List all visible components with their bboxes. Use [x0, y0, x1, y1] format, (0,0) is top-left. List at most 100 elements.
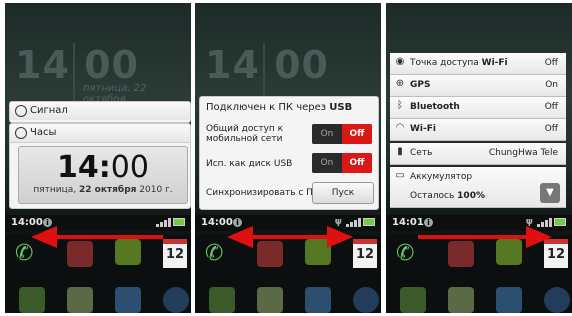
signal-icon: ▮	[397, 146, 403, 157]
clock-label: Часы	[30, 127, 57, 138]
browser-icon[interactable]	[496, 287, 522, 313]
battery-icon	[554, 217, 566, 226]
maps-icon[interactable]	[448, 287, 474, 313]
clock-date-suffix: 2010 г.	[136, 185, 173, 195]
clock-date-day: 22 октября	[78, 185, 137, 195]
wifi-icon: ◠	[395, 122, 405, 133]
clock-colon: :	[98, 150, 111, 185]
globe-icon[interactable]	[353, 287, 379, 313]
swipe-left-arrow-icon	[227, 226, 253, 248]
calendar-icon[interactable]: 12	[163, 239, 187, 268]
status-icons	[155, 217, 185, 227]
signal-icon	[155, 217, 171, 227]
alarm-card[interactable]: Сигнал	[9, 101, 191, 123]
usb-disk-label: Исп. как диск USB	[206, 159, 293, 169]
battery-label: Аккумулятор	[410, 172, 473, 182]
contacts-icon[interactable]	[67, 241, 93, 267]
row-value: Off	[544, 102, 558, 112]
clock-icon	[15, 127, 27, 139]
row-label: Bluetooth	[410, 102, 460, 112]
swipe-right-arrow-icon	[327, 226, 353, 248]
row-label-bold: Bluetooth	[410, 102, 460, 112]
usb-title-text: Подключен к ПК через	[206, 102, 330, 113]
usb-connection-card: Подключен к ПК через USB Общий доступ к …	[199, 96, 379, 210]
browser-icon[interactable]	[115, 287, 141, 313]
globe-icon[interactable]	[163, 287, 189, 313]
tethering-label: Общий доступ к мобильной сети	[206, 124, 284, 144]
swipe-arrow-shaft	[418, 235, 528, 239]
gps-icon: ⊕	[395, 78, 405, 89]
row-value: On	[545, 80, 558, 90]
info-icon: i	[424, 218, 433, 227]
home-clock-time: 14 00	[205, 43, 329, 87]
market-icon[interactable]	[19, 287, 45, 313]
wifi-row[interactable]: ◠ Wi-Fi Off	[390, 119, 566, 141]
battery-row[interactable]: ▭ Аккумулятор Осталось 100% ▼	[390, 167, 566, 208]
row-label-bold: GPS	[410, 80, 431, 90]
sync-start-button[interactable]: Пуск	[312, 182, 374, 204]
globe-icon[interactable]	[544, 287, 570, 313]
battery-remaining: Осталось 100%	[410, 191, 485, 201]
screenshot-panel-2: 14 00 Подключен к ПК через USB Общий дос…	[195, 3, 381, 313]
clock-hours: 14	[57, 150, 99, 185]
row-label-bold: Wi-Fi	[410, 124, 436, 134]
clock-header[interactable]: Часы	[10, 124, 190, 143]
toggle-off[interactable]: Off	[342, 153, 372, 173]
sync-label: Синхронизировать с ПК	[206, 188, 320, 198]
clock-widget[interactable]: Часы 14:00 пятница, 22 октября 2010 г.	[9, 123, 191, 209]
digital-clock: 14:00 пятница, 22 октября 2010 г.	[18, 146, 188, 204]
bluetooth-row[interactable]: ᛒ Bluetooth Off	[390, 97, 566, 119]
row-label-prefix: Точка доступа	[410, 58, 482, 68]
calendar-icon[interactable]: 12	[353, 239, 377, 268]
hotspot-icon: ◉	[395, 56, 405, 67]
battery-icon	[173, 217, 185, 226]
maps-icon[interactable]	[257, 287, 283, 313]
toggle-off[interactable]: Off	[342, 124, 372, 144]
messaging-icon[interactable]	[496, 239, 522, 265]
browser-icon[interactable]	[305, 287, 331, 313]
swipe-arrow-shaft	[53, 235, 163, 239]
screenshot-panel-3: ◉ Точка доступа Wi-Fi Off ⊕ GPS On ᛒ Blu…	[386, 3, 572, 313]
market-icon[interactable]	[209, 287, 235, 313]
alarm-label: Сигнал	[30, 105, 68, 116]
row-label-prefix: Сеть	[410, 148, 433, 158]
swipe-arrow-shaft	[251, 235, 329, 239]
usb-disk-toggle[interactable]: On Off	[312, 153, 372, 173]
messaging-icon[interactable]	[115, 239, 141, 265]
swipe-right-arrow-icon	[526, 226, 552, 248]
toggle-on[interactable]: On	[312, 153, 342, 173]
contacts-icon[interactable]	[448, 241, 474, 267]
screenshot-panel-1: 14 00 пятница, 22 октября Сигнал Часы 14…	[5, 3, 191, 313]
tethering-toggle[interactable]: On Off	[312, 124, 372, 144]
row-value: Off	[544, 58, 558, 68]
row-label: GPS	[410, 80, 430, 90]
battery-icon	[363, 217, 375, 226]
row-label-bold: Wi-Fi	[481, 58, 508, 68]
row-value: ChungHwa Tele	[488, 148, 558, 158]
status-bar[interactable]: 14:00 i ψ	[195, 215, 381, 231]
clock-date-prefix: пятница,	[33, 185, 79, 195]
battery-icon: ▭	[395, 170, 405, 181]
usb-title: Подключен к ПК через USB	[206, 102, 352, 113]
alarm-clock-icon	[15, 105, 27, 117]
bluetooth-icon: ᛒ	[397, 100, 403, 111]
gps-row[interactable]: ⊕ GPS On	[390, 75, 566, 97]
alarm-header[interactable]: Сигнал	[10, 102, 190, 120]
market-icon[interactable]	[400, 287, 426, 313]
maps-icon[interactable]	[67, 287, 93, 313]
battery-percent: 100%	[457, 191, 485, 201]
hotspot-row[interactable]: ◉ Точка доступа Wi-Fi Off	[390, 53, 566, 75]
expand-icon[interactable]: ▼	[540, 183, 560, 203]
swipe-left-arrow-icon	[31, 226, 57, 248]
row-label: Точка доступа Wi-Fi	[410, 58, 508, 68]
row-label: Wi-Fi	[410, 124, 436, 134]
home-clock-time: 14 00	[15, 43, 139, 87]
clock-minutes: 00	[110, 150, 149, 185]
row-value: Off	[544, 124, 558, 134]
network-row[interactable]: ▮ Сеть ChungHwa Tele	[390, 143, 566, 165]
phone-icon[interactable]: ✆	[396, 241, 422, 267]
contacts-icon[interactable]	[257, 241, 283, 267]
status-time: 14:01	[392, 217, 424, 228]
battery-remaining-prefix: Осталось	[410, 191, 458, 201]
toggle-on[interactable]: On	[312, 124, 342, 144]
